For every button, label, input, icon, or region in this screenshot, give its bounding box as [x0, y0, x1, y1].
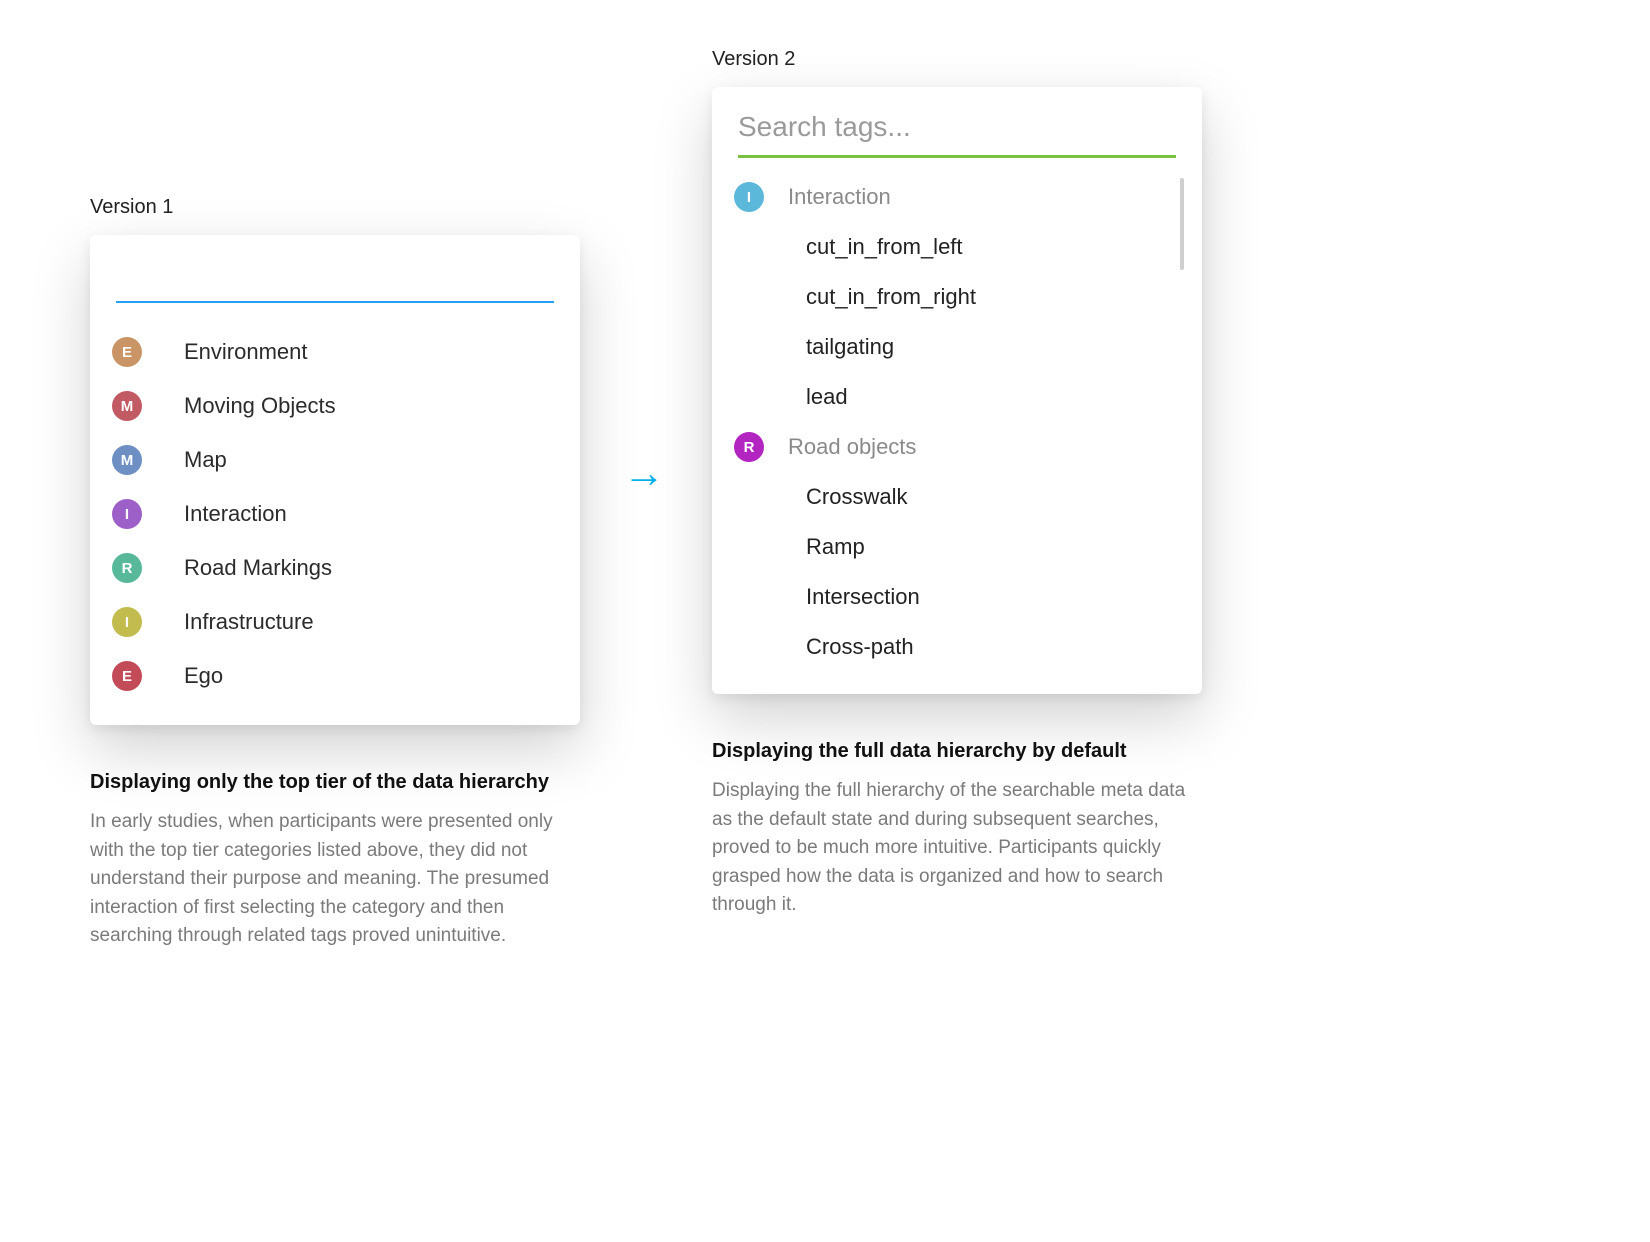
- category-badge-icon: M: [112, 391, 142, 421]
- category-label: Infrastructure: [184, 609, 314, 635]
- caption-body: Displaying the full hierarchy of the sea…: [712, 777, 1202, 920]
- tag-item[interactable]: lead: [730, 372, 1174, 422]
- search-input[interactable]: [738, 109, 1176, 145]
- tag-item[interactable]: Crosswalk: [730, 472, 1174, 522]
- version-2-caption: Displaying the full data hierarchy by de…: [712, 740, 1202, 920]
- version-2-label: Version 2: [712, 48, 1202, 71]
- search-field-wrap: [738, 109, 1176, 158]
- category-badge-icon: M: [112, 445, 142, 475]
- tag-tree: I Interaction cut_in_from_left cut_in_fr…: [730, 172, 1184, 672]
- category-badge-icon: E: [112, 337, 142, 367]
- search-underline-v1[interactable]: [116, 259, 554, 303]
- group-badge-icon: R: [734, 432, 764, 462]
- version-1-column: Version 1 E Environment M Moving Objects…: [90, 196, 580, 951]
- comparison-canvas: Version 1 E Environment M Moving Objects…: [0, 0, 1650, 1242]
- tag-item[interactable]: cut_in_from_left: [730, 222, 1174, 272]
- category-row-ego[interactable]: E Ego: [108, 649, 562, 703]
- category-badge-icon: I: [112, 607, 142, 637]
- category-row-road-markings[interactable]: R Road Markings: [108, 541, 562, 595]
- category-label: Map: [184, 447, 227, 473]
- caption-body: In early studies, when participants were…: [90, 808, 580, 951]
- group-badge-icon: I: [734, 182, 764, 212]
- category-row-interaction[interactable]: I Interaction: [108, 487, 562, 541]
- version-1-label: Version 1: [90, 196, 580, 219]
- tag-item[interactable]: cut_in_from_right: [730, 272, 1174, 322]
- tag-item[interactable]: tailgating: [730, 322, 1174, 372]
- tag-item[interactable]: Ramp: [730, 522, 1174, 572]
- category-row-moving-objects[interactable]: M Moving Objects: [108, 379, 562, 433]
- category-badge-icon: R: [112, 553, 142, 583]
- category-label: Ego: [184, 663, 223, 689]
- tag-item[interactable]: Intersection: [730, 572, 1174, 622]
- caption-title: Displaying the full data hierarchy by de…: [712, 740, 1202, 763]
- category-label: Road Markings: [184, 555, 332, 581]
- category-badge-icon: I: [112, 499, 142, 529]
- category-label: Environment: [184, 339, 308, 365]
- caption-title: Displaying only the top tier of the data…: [90, 771, 580, 794]
- version-1-panel: E Environment M Moving Objects M Map I I…: [90, 235, 580, 725]
- arrow-right-icon: →: [623, 452, 665, 494]
- category-row-environment[interactable]: E Environment: [108, 325, 562, 379]
- tag-item[interactable]: Cross-path: [730, 622, 1174, 672]
- version-2-column: Version 2 I Interaction cut_in_from_left…: [712, 48, 1202, 920]
- category-row-map[interactable]: M Map: [108, 433, 562, 487]
- group-row-interaction[interactable]: I Interaction: [730, 172, 1174, 222]
- group-row-road-objects[interactable]: R Road objects: [730, 422, 1174, 472]
- version-1-caption: Displaying only the top tier of the data…: [90, 771, 580, 951]
- version-2-panel: I Interaction cut_in_from_left cut_in_fr…: [712, 87, 1202, 694]
- category-row-infrastructure[interactable]: I Infrastructure: [108, 595, 562, 649]
- group-label: Interaction: [788, 184, 891, 210]
- category-label: Interaction: [184, 501, 287, 527]
- group-label: Road objects: [788, 434, 916, 460]
- category-badge-icon: E: [112, 661, 142, 691]
- category-label: Moving Objects: [184, 393, 336, 419]
- scrollbar-thumb[interactable]: [1180, 178, 1184, 270]
